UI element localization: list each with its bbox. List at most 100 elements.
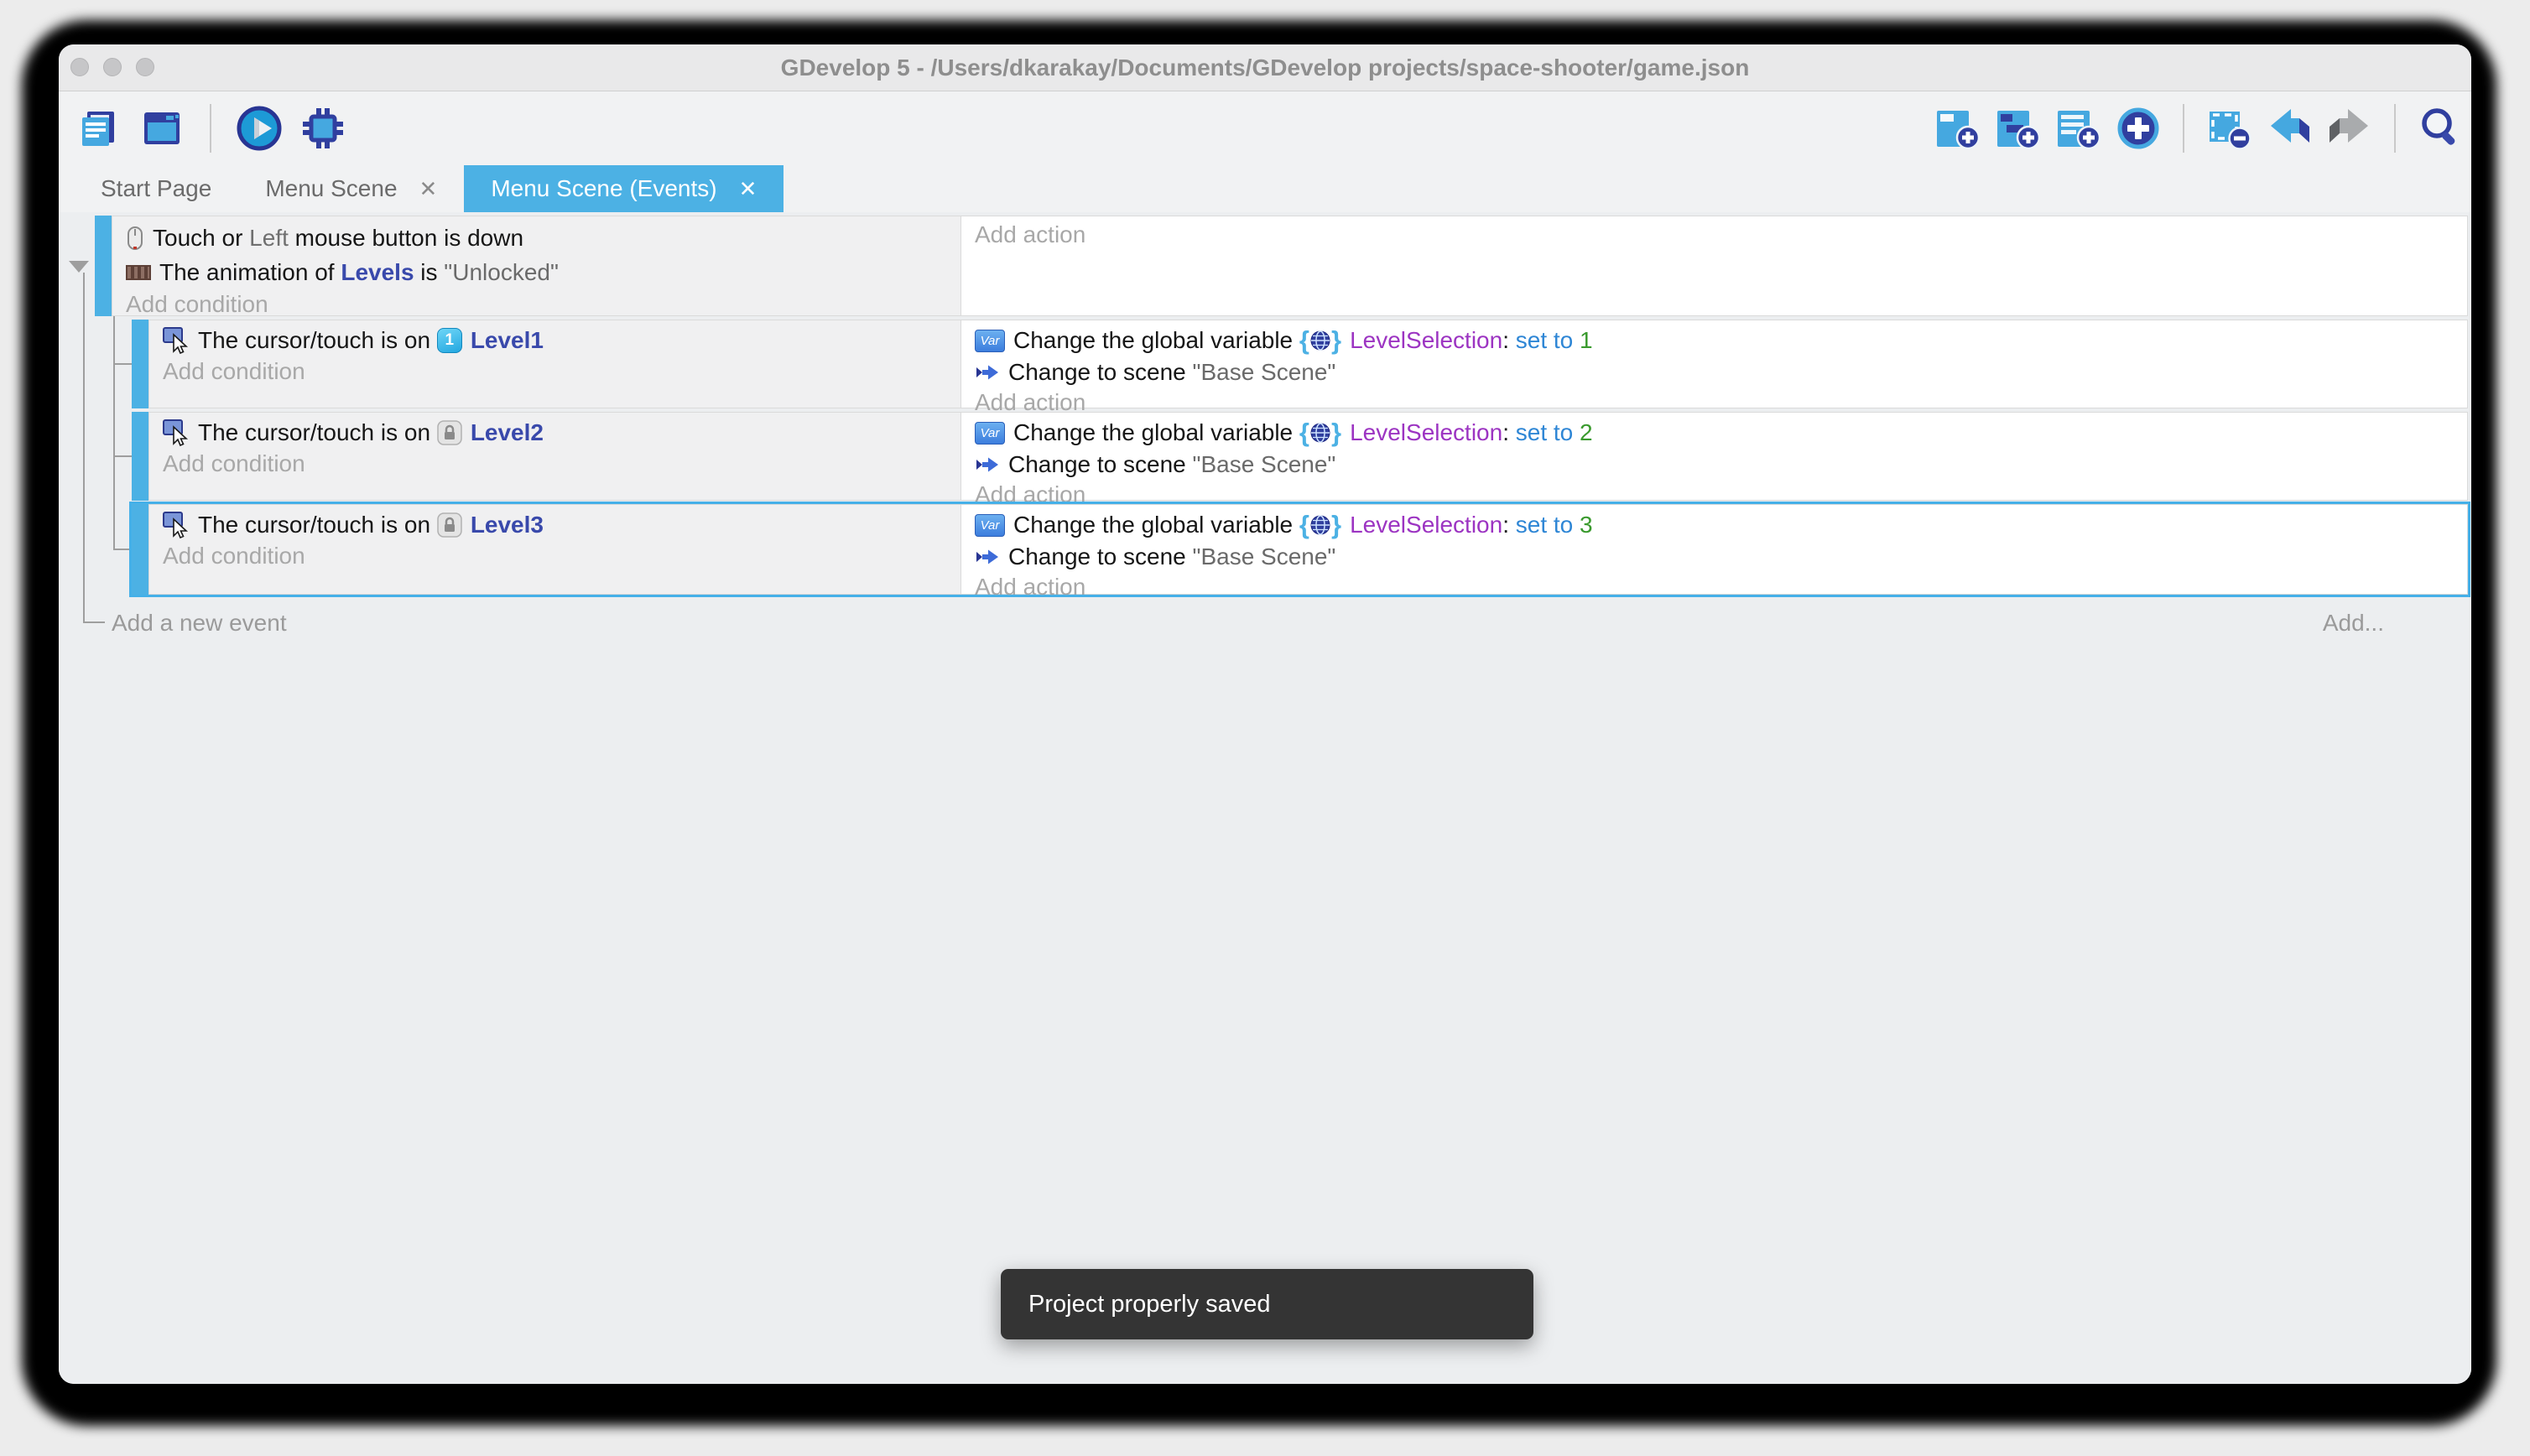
text-text: mouse button is down — [289, 225, 523, 252]
actions-column: VarChange the global variable {}LevelSel… — [961, 320, 2468, 408]
add-condition-button[interactable]: Add condition — [112, 289, 960, 320]
globe-icon — [1309, 514, 1331, 536]
conditions-column: Touch or Left mouse button is downThe an… — [112, 216, 961, 316]
close-tab-icon[interactable]: ✕ — [739, 176, 757, 202]
project-manager-icon[interactable] — [74, 104, 122, 153]
toolbar-right-group — [1933, 104, 2465, 153]
tree-line — [113, 549, 132, 550]
events-sheet: Touch or Left mouse button is downThe an… — [59, 212, 2471, 1384]
add-event-icon[interactable] — [1933, 104, 1981, 153]
action-line[interactable]: Change to scene "Base Scene" — [961, 541, 2467, 573]
action-line[interactable]: VarChange the global variable {}LevelSel… — [961, 417, 2467, 449]
action-line[interactable]: Change to scene "Base Scene" — [961, 449, 2467, 481]
tree-line — [113, 363, 132, 365]
scene-editor-icon[interactable] — [138, 104, 186, 153]
close-tab-icon[interactable]: ✕ — [419, 176, 438, 202]
event-row[interactable]: Touch or Left mouse button is downThe an… — [95, 216, 2468, 316]
action-line[interactable]: Change to scene "Base Scene" — [961, 356, 2467, 388]
tab-label: Start Page — [101, 175, 211, 202]
text-operator: set to — [1516, 419, 1580, 446]
collapse-arrow-icon[interactable] — [69, 261, 89, 273]
search-icon — [2417, 105, 2464, 152]
text-text: The cursor/touch is on — [198, 419, 437, 446]
global-variable-icon: {} — [1299, 330, 1341, 351]
text-number: 1 — [1580, 327, 1593, 354]
action-line[interactable]: VarChange the global variable {}LevelSel… — [961, 509, 2467, 541]
locked-object-icon — [437, 420, 462, 445]
text-object: Levels — [341, 259, 414, 286]
add-subevent-icon — [1994, 105, 2041, 152]
title-bar: GDevelop 5 - /Users/dkarakay/Documents/G… — [59, 44, 2471, 91]
redo-icon[interactable] — [2325, 104, 2374, 153]
delete-selection-icon[interactable] — [2205, 104, 2253, 153]
brace-open: { — [1299, 330, 1309, 351]
add-more-button[interactable]: Add... — [2323, 610, 2384, 637]
add-condition-button[interactable]: Add condition — [149, 449, 960, 479]
sub-event-row[interactable]: The cursor/touch is on Level2Add conditi… — [132, 412, 2468, 501]
debug-icon[interactable] — [299, 104, 347, 153]
condition-line[interactable]: Touch or Left mouse button is down — [112, 221, 960, 255]
toolbar-divider — [2183, 104, 2184, 153]
play-preview-icon[interactable] — [235, 104, 284, 153]
tab-start-page[interactable]: Start Page — [74, 165, 238, 212]
add-circle-icon[interactable] — [2114, 104, 2163, 153]
add-action-button[interactable]: Add action — [961, 221, 2467, 249]
actions-column: VarChange the global variable {}LevelSel… — [961, 504, 2468, 595]
text-text: : — [1502, 327, 1516, 354]
tree-line — [83, 621, 105, 623]
conditions-column: The cursor/touch is on Level2Add conditi… — [148, 412, 961, 501]
tab-label: Menu Scene — [265, 175, 397, 202]
add-action-button[interactable]: Add action — [961, 573, 2467, 601]
tab-menu-scene[interactable]: Menu Scene ✕ — [238, 165, 464, 212]
cursor-icon — [163, 419, 190, 446]
actions-column: Add action — [961, 216, 2468, 316]
condition-line[interactable]: The animation of Levels is "Unlocked" — [112, 255, 960, 289]
toolbar-left-group — [74, 104, 347, 153]
window-title: GDevelop 5 - /Users/dkarakay/Documents/G… — [59, 44, 2471, 91]
action-line[interactable]: VarChange the global variable {}LevelSel… — [961, 325, 2467, 356]
locked-object-icon — [437, 512, 462, 538]
text-text: : — [1502, 419, 1516, 446]
event-color-bar — [95, 216, 112, 316]
event-color-bar — [132, 504, 148, 595]
condition-line[interactable]: The cursor/touch is on 1Level1 — [149, 325, 960, 356]
toolbar — [59, 91, 2471, 165]
variable-icon: Var — [975, 330, 1005, 352]
add-condition-button[interactable]: Add condition — [149, 541, 960, 571]
text-text: The animation of — [159, 259, 341, 286]
toast-message: Project properly saved — [1028, 1291, 1271, 1318]
add-subevent-icon[interactable] — [1993, 104, 2042, 153]
text-text: Touch or — [153, 225, 249, 252]
scene-arrow-icon — [975, 546, 1000, 568]
tab-menu-scene-events[interactable]: Menu Scene (Events)✕ — [464, 165, 783, 212]
add-new-event-button[interactable]: Add a new event — [112, 610, 287, 637]
condition-line[interactable]: The cursor/touch is on Level2 — [149, 417, 960, 449]
conditions-column: The cursor/touch is on Level3Add conditi… — [148, 504, 961, 595]
add-condition-button[interactable]: Add condition — [149, 356, 960, 387]
app-window: GDevelop 5 - /Users/dkarakay/Documents/G… — [59, 44, 2471, 1384]
scene-arrow-icon — [975, 454, 1000, 476]
tree-line — [113, 455, 132, 457]
scene-editor-icon — [139, 106, 185, 151]
sub-event-row[interactable]: The cursor/touch is on 1Level1Add condit… — [132, 320, 2468, 408]
search-icon[interactable] — [2416, 104, 2465, 153]
level-thumbnail-icon: 1 — [437, 328, 462, 353]
text-text: The cursor/touch is on — [198, 512, 437, 538]
text-string: "Unlocked" — [444, 259, 559, 286]
add-comment-icon[interactable] — [2054, 104, 2102, 153]
debug-icon — [300, 106, 346, 151]
text-text: Change the global variable — [1013, 419, 1299, 446]
condition-line[interactable]: The cursor/touch is on Level3 — [149, 509, 960, 541]
delete-selection-icon — [2205, 105, 2252, 152]
variable-icon: Var — [975, 422, 1005, 445]
sub-event-row[interactable]: The cursor/touch is on Level3Add conditi… — [132, 504, 2468, 595]
text-text: Change to scene — [1008, 543, 1193, 570]
undo-icon[interactable] — [2265, 104, 2314, 153]
text-string: "Base Scene" — [1193, 359, 1336, 386]
text-text: Change the global variable — [1013, 512, 1299, 538]
globe-icon — [1309, 330, 1331, 351]
event-color-bar — [132, 412, 148, 501]
brace-open: { — [1299, 422, 1309, 444]
redo-icon — [2326, 105, 2373, 152]
text-text: is — [414, 259, 445, 286]
